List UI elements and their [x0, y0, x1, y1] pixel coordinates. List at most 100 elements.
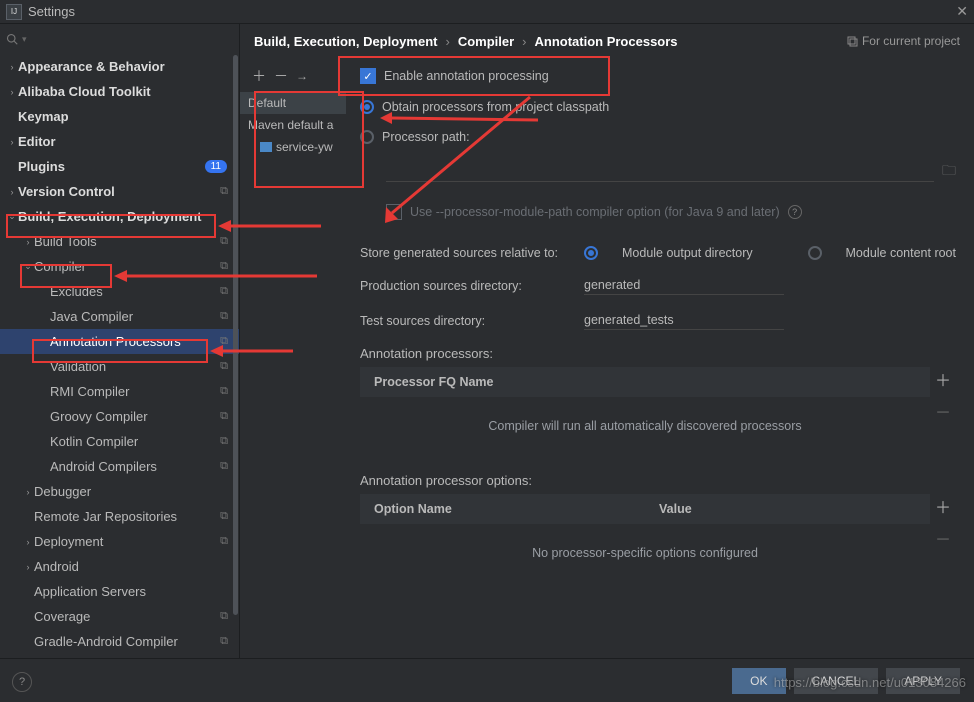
- enable-annotation-checkbox[interactable]: ✓: [360, 68, 376, 84]
- use-module-path-checkbox[interactable]: [386, 204, 402, 220]
- remove-profile-icon[interactable]: －: [274, 66, 288, 86]
- project-level-icon: ⧉: [217, 360, 231, 374]
- sidebar-item-label: Compiler: [34, 259, 217, 274]
- chevron-icon: ›: [6, 62, 18, 72]
- search-input[interactable]: ▾: [0, 24, 239, 54]
- sidebar-item-validation[interactable]: Validation⧉: [0, 354, 239, 379]
- sidebar-item-build-tools[interactable]: ›Build Tools⧉: [0, 229, 239, 254]
- titlebar: IJ Settings ✕: [0, 0, 974, 24]
- project-level-icon: ⧉: [217, 185, 231, 199]
- annotation-processors-label: Annotation processors:: [360, 346, 956, 361]
- app-logo-icon: IJ: [6, 4, 22, 20]
- crumb-compiler[interactable]: Compiler: [458, 34, 514, 49]
- obtain-classpath-radio[interactable]: [360, 100, 374, 114]
- profile-maven[interactable]: Maven default a: [240, 114, 346, 136]
- add-option-icon[interactable]: ＋: [935, 494, 951, 518]
- sidebar-item-label: Excludes: [50, 284, 217, 299]
- chevron-icon: ›: [22, 487, 34, 497]
- help-button[interactable]: ?: [12, 672, 32, 692]
- sidebar-item-version-control[interactable]: ›Version Control⧉: [0, 179, 239, 204]
- sidebar-item-label: Annotation Processors: [50, 334, 217, 349]
- sidebar-item-keymap[interactable]: Keymap: [0, 104, 239, 129]
- help-icon[interactable]: ?: [788, 205, 802, 219]
- sidebar-item-editor[interactable]: ›Editor: [0, 129, 239, 154]
- chevron-icon: ›: [22, 237, 34, 247]
- options-label: Annotation processor options:: [360, 473, 956, 488]
- sidebar-item-label: Groovy Compiler: [50, 409, 217, 424]
- settings-sidebar: ▾ ›Appearance & Behavior›Alibaba Cloud T…: [0, 24, 240, 658]
- annotation-form: ✓ Enable annotation processing Obtain pr…: [346, 58, 974, 658]
- module-output-label: Module output directory: [622, 246, 753, 260]
- option-name-header: Option Name: [360, 494, 645, 524]
- chevron-icon: ›: [6, 187, 18, 197]
- sidebar-item-label: Remote Jar Repositories: [34, 509, 217, 524]
- plugins-badge: 11: [205, 160, 227, 173]
- ok-button[interactable]: OK: [732, 668, 785, 694]
- crumb-build[interactable]: Build, Execution, Deployment: [254, 34, 437, 49]
- sidebar-item-label: RMI Compiler: [50, 384, 217, 399]
- enable-annotation-label: Enable annotation processing: [384, 69, 549, 83]
- fqname-header: Processor FQ Name: [360, 367, 930, 397]
- move-profile-icon[interactable]: →: [296, 69, 308, 83]
- add-profile-icon[interactable]: ＋: [252, 66, 266, 86]
- remove-processor-icon[interactable]: －: [935, 399, 951, 423]
- add-processor-icon[interactable]: ＋: [935, 367, 951, 391]
- chevron-icon: ›: [22, 562, 34, 572]
- project-level-icon: ⧉: [217, 385, 231, 399]
- project-level-icon: ⧉: [217, 335, 231, 349]
- sidebar-item-label: Debugger: [34, 484, 231, 499]
- sidebar-item-label: Validation: [50, 359, 217, 374]
- settings-content: Build, Execution, Deployment › Compiler …: [240, 24, 974, 658]
- breadcrumb: Build, Execution, Deployment › Compiler …: [240, 24, 974, 58]
- sidebar-item-label: Editor: [18, 134, 231, 149]
- sidebar-item-compiler[interactable]: ⌄Compiler⧉: [0, 254, 239, 279]
- browse-folder-icon[interactable]: 🗀: [942, 160, 956, 184]
- sidebar-item-android[interactable]: ›Android: [0, 554, 239, 579]
- sidebar-item-application-servers[interactable]: Application Servers: [0, 579, 239, 604]
- sidebar-item-remote-jar-repositories[interactable]: Remote Jar Repositories⧉: [0, 504, 239, 529]
- module-content-radio[interactable]: [808, 246, 822, 260]
- close-icon[interactable]: ✕: [956, 3, 968, 20]
- sidebar-item-debugger[interactable]: ›Debugger: [0, 479, 239, 504]
- sidebar-item-label: Coverage: [34, 609, 217, 624]
- prod-dir-input[interactable]: [584, 276, 784, 295]
- sidebar-item-label: Java Compiler: [50, 309, 217, 324]
- sidebar-item-java-compiler[interactable]: Java Compiler⧉: [0, 304, 239, 329]
- processor-path-input[interactable]: [386, 162, 934, 182]
- sidebar-item-coverage[interactable]: Coverage⧉: [0, 604, 239, 629]
- sidebar-item-excludes[interactable]: Excludes⧉: [0, 279, 239, 304]
- sidebar-item-build-execution-deployment[interactable]: ⌄Build, Execution, Deployment: [0, 204, 239, 229]
- chevron-icon: ⌄: [22, 261, 34, 272]
- sidebar-scrollbar[interactable]: [233, 55, 238, 657]
- cancel-button[interactable]: CANCEL: [794, 668, 879, 694]
- sidebar-item-label: Android Compilers: [50, 459, 217, 474]
- sidebar-item-label: Application Servers: [34, 584, 231, 599]
- sidebar-item-kotlin-compiler[interactable]: Kotlin Compiler⧉: [0, 429, 239, 454]
- chevron-icon: ›: [6, 87, 18, 97]
- sidebar-item-groovy-compiler[interactable]: Groovy Compiler⧉: [0, 404, 239, 429]
- profile-default[interactable]: Default: [240, 92, 346, 114]
- obtain-classpath-label: Obtain processors from project classpath: [382, 100, 609, 114]
- sidebar-item-annotation-processors[interactable]: Annotation Processors⧉: [0, 329, 239, 354]
- project-level-icon: ⧉: [217, 410, 231, 424]
- module-output-radio[interactable]: [584, 246, 598, 260]
- sidebar-item-plugins[interactable]: Plugins11: [0, 154, 239, 179]
- sidebar-item-label: Alibaba Cloud Toolkit: [18, 84, 231, 99]
- sidebar-item-label: Gradle-Android Compiler: [34, 634, 217, 649]
- profile-child[interactable]: service-yw: [240, 136, 346, 158]
- sidebar-item-android-compilers[interactable]: Android Compilers⧉: [0, 454, 239, 479]
- search-icon: [6, 33, 18, 45]
- apply-button[interactable]: APPLY: [886, 668, 960, 694]
- for-current-project: For current project: [846, 34, 960, 48]
- sidebar-item-gradle-android-compiler[interactable]: Gradle-Android Compiler⧉: [0, 629, 239, 654]
- processor-path-radio[interactable]: [360, 130, 374, 144]
- sidebar-item-alibaba-cloud-toolkit[interactable]: ›Alibaba Cloud Toolkit: [0, 79, 239, 104]
- sidebar-item-appearance-behavior[interactable]: ›Appearance & Behavior: [0, 54, 239, 79]
- sidebar-item-deployment[interactable]: ›Deployment⧉: [0, 529, 239, 554]
- processor-path-label: Processor path:: [382, 130, 470, 144]
- project-level-icon: ⧉: [217, 260, 231, 274]
- test-dir-input[interactable]: [584, 311, 784, 330]
- sidebar-item-rmi-compiler[interactable]: RMI Compiler⧉: [0, 379, 239, 404]
- remove-option-icon[interactable]: －: [935, 526, 951, 550]
- dialog-footer: OK CANCEL APPLY: [0, 658, 974, 702]
